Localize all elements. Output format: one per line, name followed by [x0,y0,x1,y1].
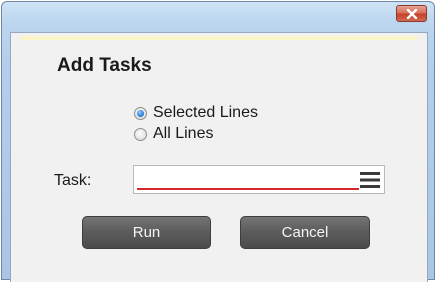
cancel-button[interactable]: Cancel [240,216,370,249]
close-icon [406,8,418,19]
radio-selected-lines[interactable]: Selected Lines [134,104,258,122]
radio-all-lines-label: All Lines [153,125,214,142]
task-label: Task: [54,172,92,189]
task-input[interactable] [138,169,348,189]
accent-strip [21,36,417,40]
radio-selected-lines-label: Selected Lines [153,104,258,121]
task-field[interactable] [133,165,385,194]
radio-all-lines[interactable]: All Lines [134,125,213,143]
radio-button-unselected[interactable] [134,127,147,141]
dialog-title: Add Tasks [57,55,152,76]
task-error-underline [137,188,359,190]
run-button[interactable]: Run [82,216,211,249]
dialog-window: Add Tasks Selected Lines All Lines Task:… [1,1,435,282]
radio-button-selected[interactable] [134,106,147,120]
close-button[interactable] [396,5,427,22]
menu-icon[interactable] [360,171,380,189]
dialog-client-area: Add Tasks Selected Lines All Lines Task:… [10,32,428,282]
